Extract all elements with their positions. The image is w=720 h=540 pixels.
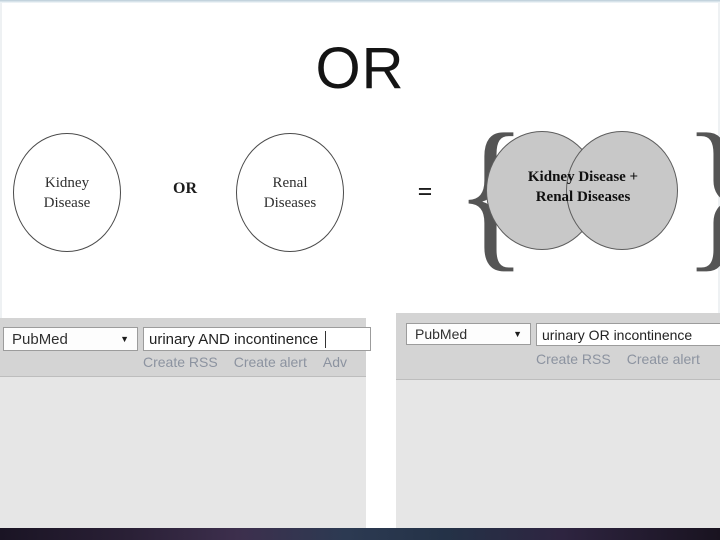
brace-open: {: [455, 109, 527, 279]
search-input-or[interactable]: urinary OR incontinence: [536, 323, 720, 346]
create-alert-link-or[interactable]: Create alert: [627, 351, 700, 367]
database-select-and[interactable]: PubMed ▼: [3, 327, 138, 351]
venn-circle-renal-diseases: Renal Diseases: [236, 133, 344, 252]
venn-equals-sign: =: [417, 177, 433, 206]
create-alert-link-and[interactable]: Create alert: [234, 354, 307, 370]
database-select-or[interactable]: PubMed ▼: [406, 323, 531, 345]
create-rss-link-and[interactable]: Create RSS: [143, 354, 218, 370]
page-title: OR: [315, 36, 405, 101]
venn-result-label: Kidney Disease + Renal Diseases: [486, 167, 680, 207]
search-input-or-value: urinary OR incontinence: [542, 326, 693, 343]
bottom-chrome-strip: [0, 528, 720, 540]
pubmed-search-bar-or: PubMed ▼ urinary OR incontinence Create …: [396, 313, 720, 380]
slide-canvas: OR Kidney Disease OR Renal Diseases = { …: [0, 0, 720, 540]
venn-circle-kidney-line1: Kidney: [44, 174, 90, 191]
venn-circle-renal-line2: Diseases: [263, 194, 317, 211]
top-chrome-strip: [0, 0, 720, 3]
venn-result-line1: Kidney Disease +: [527, 169, 639, 185]
venn-result-line2: Renal Diseases: [535, 189, 631, 205]
database-select-or-label: PubMed: [415, 326, 468, 342]
database-select-and-label: PubMed: [12, 330, 68, 348]
search-input-and[interactable]: urinary AND incontinence: [143, 327, 371, 351]
pubmed-screenshot-and: PubMed ▼ urinary AND incontinence Create…: [0, 318, 371, 528]
search-links-and: Create RSS Create alert Adv: [143, 354, 363, 370]
search-input-and-value: urinary AND incontinence: [149, 330, 319, 348]
venn-circle-renal-line1: Renal: [272, 174, 308, 191]
brace-close: }: [683, 109, 720, 279]
pubmed-search-bar-and: PubMed ▼ urinary AND incontinence Create…: [0, 318, 371, 377]
venn-circle-kidney-disease: Kidney Disease: [13, 133, 121, 252]
venn-operator-or: OR: [173, 180, 197, 197]
create-rss-link-or[interactable]: Create RSS: [536, 351, 611, 367]
chevron-down-icon: ▼: [513, 329, 522, 339]
search-links-or: Create RSS Create alert: [536, 351, 716, 367]
venn-circle-kidney-line2: Disease: [43, 194, 91, 211]
venn-union-result: Kidney Disease + Renal Diseases: [486, 131, 680, 251]
chevron-down-icon: ▼: [120, 334, 129, 344]
pubmed-screenshot-or: PubMed ▼ urinary OR incontinence Create …: [396, 313, 720, 528]
text-cursor: [325, 330, 327, 348]
advanced-link-and[interactable]: Adv: [323, 354, 347, 370]
